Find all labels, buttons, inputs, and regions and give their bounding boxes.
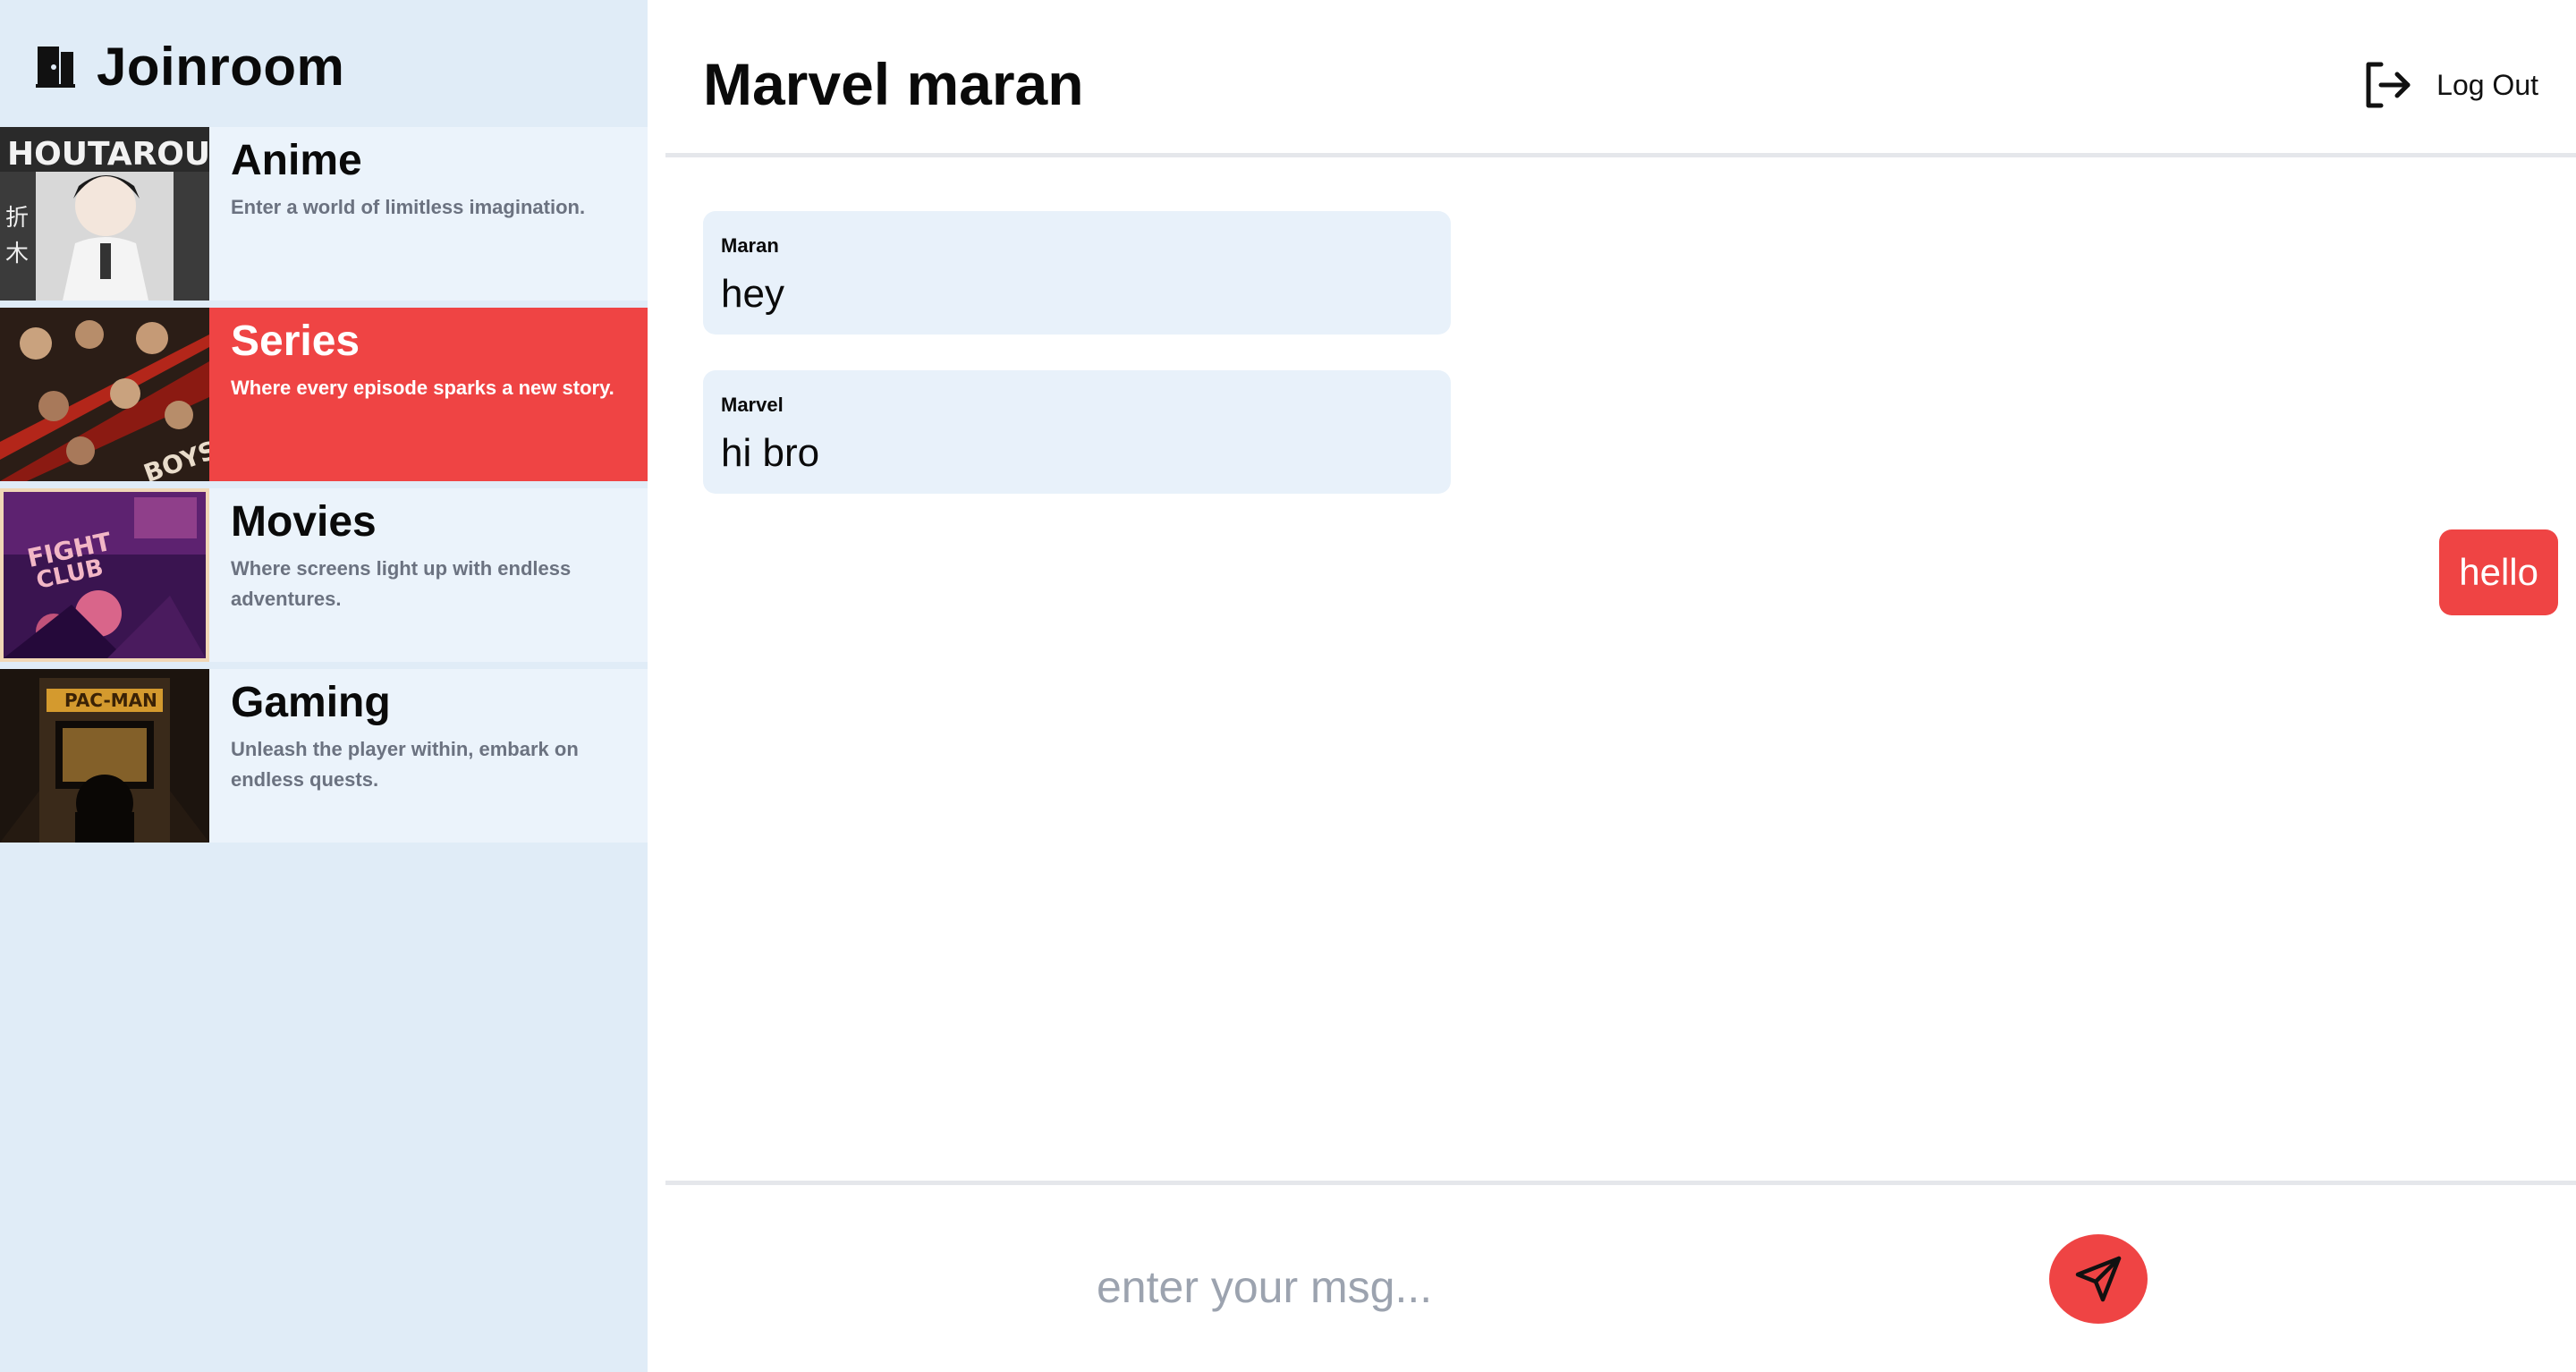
send-button[interactable] (2049, 1234, 2148, 1324)
message-sender: Marvel (721, 394, 784, 416)
logout-button[interactable]: Log Out (2361, 59, 2538, 111)
message-bubble-incoming: Maran hey (703, 211, 1451, 335)
room-title: Movies (231, 498, 377, 546)
chat-header: Marvel maran Log Out (665, 0, 2576, 157)
chat-panel: Marvel maran Log Out Maran hey Marvel hi… (648, 0, 2576, 1372)
room-title: Series (231, 318, 360, 365)
room-item-anime[interactable]: HOUTAROU 折 木 Anime Enter a world of limi… (0, 127, 648, 301)
send-icon (2075, 1256, 2122, 1302)
message-input[interactable] (1095, 1242, 1828, 1332)
sidebar: Joinroom HOUTAROU 折 木 Anime Enter a worl… (0, 0, 648, 1372)
message-bubble-outgoing: hello (2439, 529, 2558, 615)
movies-thumbnail: FIGHT CLUB (0, 488, 209, 662)
message-list: Maran hey Marvel hi bro hello (665, 211, 2576, 1177)
room-description: Unleash the player within, embark on end… (231, 737, 579, 791)
message-row-outgoing: hello (665, 529, 2576, 615)
message-text: hi bro (721, 431, 820, 475)
series-thumbnail: BOYS (0, 308, 209, 481)
message-text: hey (721, 272, 784, 316)
room-item-series[interactable]: BOYS Series Where every episode sparks a… (0, 308, 648, 481)
anime-thumbnail: HOUTAROU 折 木 (0, 127, 209, 301)
room-list: HOUTAROU 折 木 Anime Enter a world of limi… (0, 127, 648, 850)
room-description: Enter a world of limitless imagination. (231, 195, 586, 218)
brand-title: Joinroom (97, 36, 345, 97)
message-bubble-incoming: Marvel hi bro (703, 370, 1451, 494)
chat-title: Marvel maran (703, 51, 1084, 117)
room-description: Where screens light up with endless adve… (231, 556, 572, 610)
room-title: Anime (231, 137, 362, 184)
room-item-gaming[interactable]: PAC-MAN Gaming Unleash the player within… (0, 669, 648, 843)
brand[interactable]: Joinroom (34, 30, 344, 102)
svg-text:HOUTAROU: HOUTAROU (7, 136, 209, 173)
logout-label: Log Out (2436, 68, 2538, 101)
gaming-thumbnail: PAC-MAN (0, 669, 209, 843)
door-icon (36, 47, 75, 88)
svg-text:PAC-MAN: PAC-MAN (64, 690, 157, 711)
svg-text:木: 木 (5, 241, 29, 267)
message-composer (665, 1181, 2576, 1372)
chat-app: Joinroom HOUTAROU 折 木 Anime Enter a worl… (0, 0, 2576, 1372)
room-description: Where every episode sparks a new story. (231, 376, 614, 399)
room-item-movies[interactable]: FIGHT CLUB Movies Where screens light up… (0, 488, 648, 662)
svg-text:折: 折 (5, 205, 29, 232)
message-sender: Maran (721, 234, 779, 257)
room-title: Gaming (231, 679, 391, 726)
logout-icon (2366, 62, 2411, 108)
